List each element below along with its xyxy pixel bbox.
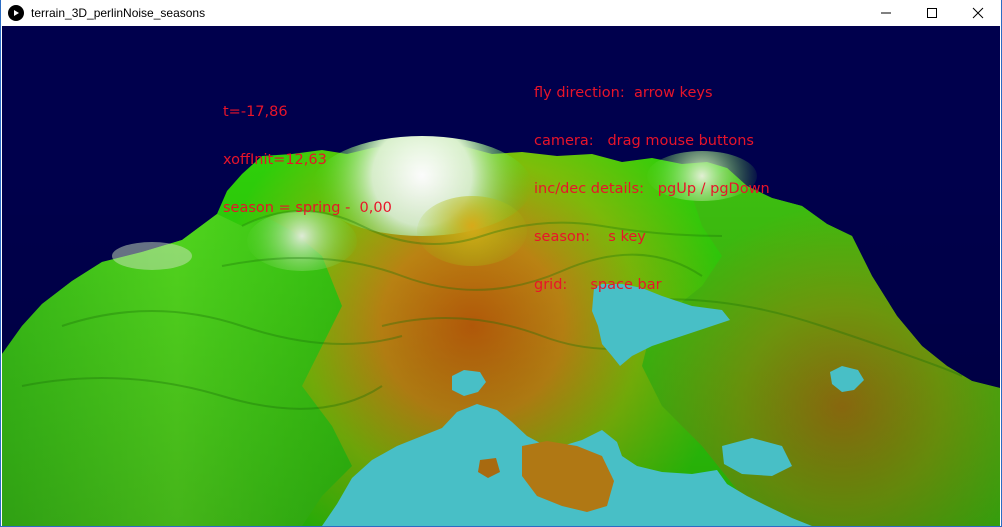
window-controls (863, 0, 1001, 26)
close-button[interactable] (955, 0, 1001, 26)
help-row-details: inc/dec details: pgUp / pgDown (534, 181, 770, 197)
season-readout: season = spring - 0,00 (223, 200, 392, 216)
help-row-camera: camera: drag mouse buttons (534, 133, 770, 149)
help-value: pgUp / pgDown (643, 181, 770, 197)
close-icon (972, 7, 984, 19)
help-row-fly: fly direction: arrow keys (534, 85, 770, 101)
minimize-icon (881, 12, 891, 14)
help-value: drag mouse buttons (593, 133, 754, 149)
minimize-button[interactable] (863, 0, 909, 26)
render-canvas[interactable]: t=-17,86 xoffInit=12,63 season = spring … (2, 26, 1000, 526)
play-icon (8, 5, 24, 21)
help-row-grid: grid: space bar (534, 277, 770, 293)
maximize-icon (927, 8, 937, 18)
app-window: terrain_3D_perlinNoise_seasons t=-17,86 … (0, 0, 1002, 527)
help-key: camera: (534, 133, 594, 149)
window-title: terrain_3D_perlinNoise_seasons (31, 6, 206, 20)
hud-stats: t=-17,86 xoffInit=12,63 season = spring … (223, 72, 392, 248)
help-key: fly direction: (534, 85, 625, 101)
help-value: s key (589, 229, 646, 245)
time-readout: t=-17,86 (223, 104, 288, 120)
xoff-readout: xoffInit=12,63 (223, 152, 327, 168)
terrain-render (2, 136, 1000, 526)
help-key: inc/dec details: (534, 181, 644, 197)
controls-help: fly direction: arrow keys camera: drag m… (534, 53, 770, 325)
help-row-season: season: s key (534, 229, 770, 245)
help-value: space bar (567, 277, 662, 293)
help-key: grid: (534, 277, 568, 293)
title-bar[interactable]: terrain_3D_perlinNoise_seasons (1, 0, 1001, 26)
help-key: season: (534, 229, 590, 245)
help-value: arrow keys (624, 85, 713, 101)
maximize-button[interactable] (909, 0, 955, 26)
